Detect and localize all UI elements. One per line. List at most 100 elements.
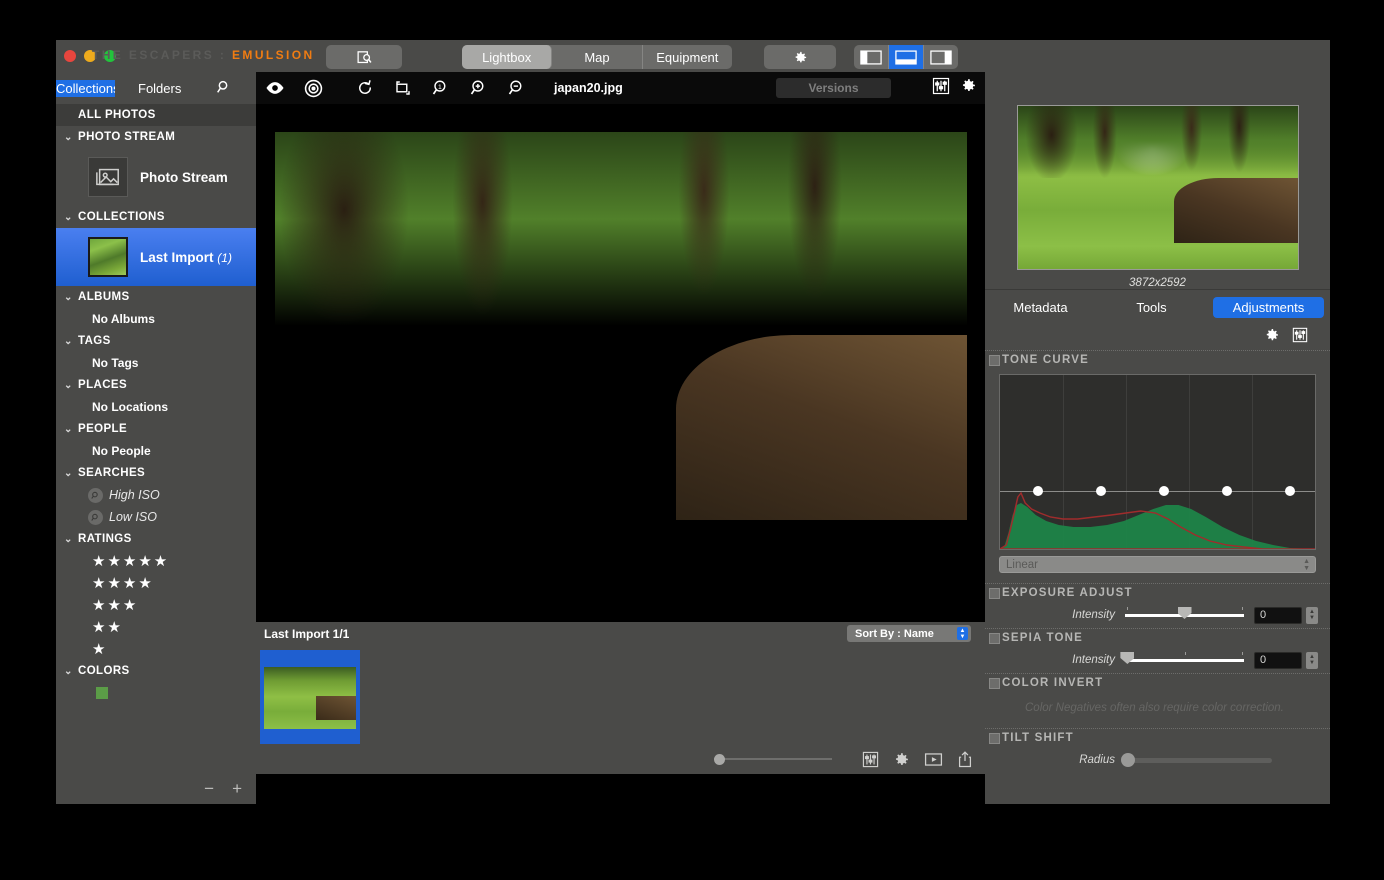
tone-curve-checkbox[interactable] [989,354,1000,366]
sidebar-tab-folders[interactable]: Folders [135,80,184,97]
sidebar-item-last-import[interactable]: Last Import (1) [56,228,256,286]
search-icon[interactable] [216,79,232,100]
sidebar-item-no-albums[interactable]: No Albums [56,308,256,330]
sepia-intensity-stepper[interactable]: ▲ ▼ [1306,651,1318,669]
tab-adjustments[interactable]: Adjustments [1213,296,1324,318]
sliders-icon[interactable] [862,751,879,768]
application-window: THE ESCAPERS : EMULSION Lightbox Map Equ… [56,40,1330,804]
layout-filmstrip-icon[interactable] [889,45,924,69]
sidebar-group-searches[interactable]: ⌄ SEARCHES [56,462,256,484]
image-viewer[interactable] [256,104,985,622]
sidebar-item-rating-2[interactable]: ★★ [56,616,256,638]
tilt-shift-radius-slider[interactable] [1120,752,1272,768]
exposure-intensity-slider[interactable] [1125,607,1244,623]
slider-thumb[interactable] [1120,753,1135,767]
gear-icon[interactable] [764,45,836,69]
sidebar-item-photo-stream[interactable]: Photo Stream [56,148,256,206]
curve-point-3[interactable] [1158,486,1169,496]
sidebar-item-no-tags[interactable]: No Tags [56,352,256,374]
sepia-intensity-field[interactable]: 0 [1254,651,1302,669]
versions-button[interactable]: Versions [776,78,891,98]
sidebar-group-photo-stream[interactable]: ⌄ PHOTO STREAM [56,126,256,148]
thumbnail-size-slider[interactable] [714,754,832,765]
close-button[interactable] [64,50,76,62]
sidebar-item-no-locations[interactable]: No Locations [56,396,256,418]
crop-icon[interactable] [384,79,422,97]
camera-import-icon[interactable] [326,45,402,69]
exposure-adjust-checkbox[interactable] [989,587,1000,599]
sidebar-group-label: PHOTO STREAM [78,131,176,143]
tone-curve-graph[interactable] [999,374,1316,550]
sidebar-item-low-iso[interactable]: Low ISO [56,506,256,528]
gear-icon[interactable] [893,751,910,768]
exposure-intensity-stepper[interactable]: ▲ ▼ [1306,606,1318,624]
sidebar-item-color-green[interactable] [96,687,108,699]
gear-icon[interactable] [1264,327,1280,348]
curve-point-5[interactable] [1284,486,1295,496]
svg-text:1: 1 [438,84,442,91]
remove-collection-button[interactable]: − [204,779,214,799]
adjustments-list[interactable]: TONE CURVE Linear ▲ ▼ EXPOSURE ADJUST In… [985,350,1330,804]
sliders-icon[interactable] [932,77,950,100]
stepper-arrows-icon[interactable]: ▲ ▼ [1303,558,1310,572]
filmstrip-header: Last Import 1/1 Sort By : Name ▲ ▼ [256,622,985,646]
color-invert-checkbox[interactable] [989,677,1000,689]
exposure-intensity-field[interactable]: 0 [1254,606,1302,624]
sidebar-group-label: PLACES [78,379,128,391]
filmstrip-thumbnail-selected[interactable] [260,650,360,746]
sidebar-group-collections[interactable]: ⌄ COLLECTIONS [56,206,256,228]
gear-icon[interactable] [960,77,977,99]
add-collection-button[interactable]: + [232,779,242,799]
curve-point-1[interactable] [1032,486,1043,496]
sidebar-group-label: ALBUMS [78,291,130,303]
section-header-color-invert: COLOR INVERT [985,673,1330,692]
rotate-icon[interactable] [346,79,384,97]
tab-metadata[interactable]: Metadata [985,297,1096,318]
sidebar-group-tags[interactable]: ⌄ TAGS [56,330,256,352]
color-invert-note: Color Negatives often also require color… [1025,702,1284,714]
mode-equipment[interactable]: Equipment [643,45,732,69]
sidebar-item-rating-4[interactable]: ★★★★ [56,572,256,594]
curve-point-2[interactable] [1095,486,1106,496]
layout-left-panel-icon[interactable] [854,45,889,69]
sepia-tone-checkbox[interactable] [989,632,1000,644]
curve-mode-select[interactable]: Linear ▲ ▼ [999,556,1316,573]
sidebar-item-rating-5[interactable]: ★★★★★ [56,550,256,572]
sidebar-group-albums[interactable]: ⌄ ALBUMS [56,286,256,308]
sidebar-item-rating-1[interactable]: ★ [56,638,256,660]
sidebar-group-places[interactable]: ⌄ PLACES [56,374,256,396]
last-import-count: (1) [217,250,232,265]
tilt-shift-checkbox[interactable] [989,732,1000,744]
section-title: EXPOSURE ADJUST [1002,587,1133,599]
mode-map[interactable]: Map [552,45,643,69]
sidebar-group-label: SEARCHES [78,467,146,479]
sidebar-group-people[interactable]: ⌄ PEOPLE [56,418,256,440]
mode-lightbox[interactable]: Lightbox [462,45,553,69]
sliders-icon[interactable] [1292,327,1308,348]
sidebar-item-high-iso[interactable]: High ISO [56,484,256,506]
share-icon[interactable] [957,750,973,768]
eye-icon[interactable] [256,81,294,95]
curve-point-4[interactable] [1221,486,1232,496]
sidebar-tab-collections[interactable]: Collections [56,79,115,97]
slideshow-play-icon[interactable] [924,752,943,767]
zoom-out-icon[interactable] [498,79,536,97]
sepia-intensity-slider[interactable] [1120,652,1244,668]
sidebar-item-all-photos[interactable]: ALL PHOTOS [56,104,256,126]
sidebar-item-rating-3[interactable]: ★★★ [56,594,256,616]
slider-track [1125,758,1272,763]
sidebar-group-ratings[interactable]: ⌄ RATINGS [56,528,256,550]
sidebar-item-no-people[interactable]: No People [56,440,256,462]
stepper-arrows-icon[interactable]: ▲ ▼ [957,627,968,640]
sidebar-group-colors[interactable]: ⌄ COLORS [56,660,256,682]
slider-thumb[interactable] [1177,607,1192,619]
section-title: COLOR INVERT [1002,677,1104,689]
slider-label: Radius [1079,754,1115,766]
zoom-actual-icon[interactable]: 1 [422,79,460,97]
layout-right-panel-icon[interactable] [924,45,958,69]
tab-tools[interactable]: Tools [1096,297,1207,318]
sort-by-select[interactable]: Sort By : Name ▲ ▼ [847,625,971,642]
zoom-in-icon[interactable] [460,79,498,97]
target-focus-icon[interactable] [294,79,332,98]
slider-thumb[interactable] [714,754,725,765]
